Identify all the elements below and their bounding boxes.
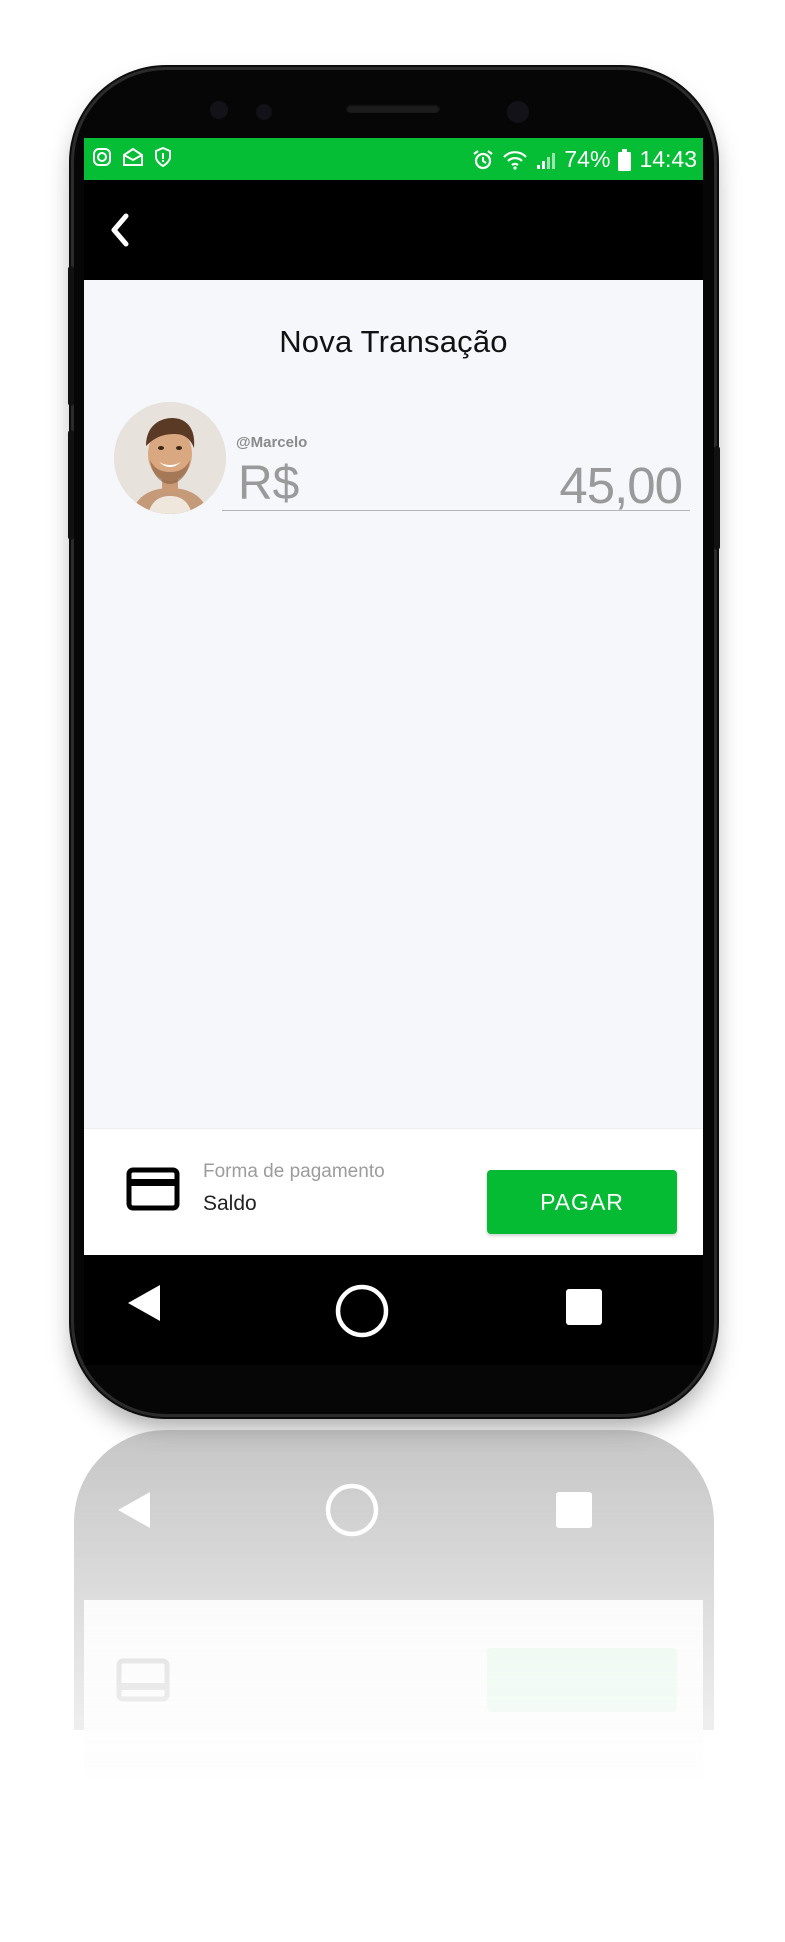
- payment-method-label: Forma de pagamento: [203, 1161, 385, 1182]
- bixby-button: [68, 430, 74, 540]
- signal-icon: [536, 150, 556, 170]
- reflection-card-icon: [116, 1658, 170, 1707]
- iris-sensor: [256, 104, 272, 120]
- instagram-icon: [92, 147, 112, 167]
- currency-symbol: R$: [238, 457, 300, 510]
- status-right-icons: 74% 14:43: [472, 146, 697, 173]
- credit-card-icon: [126, 1167, 180, 1216]
- amount-input[interactable]: [422, 456, 682, 515]
- battery-icon: [618, 148, 632, 171]
- nav-home-icon[interactable]: [334, 1283, 390, 1344]
- status-left-icons: [92, 147, 172, 167]
- back-button[interactable]: [104, 210, 140, 250]
- reflection-home-icon: [324, 1482, 380, 1543]
- power-button: [714, 446, 720, 550]
- page-title: Nova Transação: [279, 324, 508, 359]
- phone-reflection: [74, 1430, 714, 1850]
- front-camera: [507, 101, 529, 123]
- reflection-pay-button: [487, 1648, 677, 1712]
- battery-percentage: 74%: [564, 146, 611, 172]
- screen: 74% 14:43 Nova Transação @Marcelo R$ 45,…: [84, 138, 703, 1255]
- stage: 74% 14:43 Nova Transação @Marcelo R$ 45,…: [0, 0, 785, 1942]
- pay-button[interactable]: PAGAR: [487, 1170, 677, 1234]
- title-section: Nova Transação: [84, 280, 703, 386]
- mail-icon: [122, 147, 144, 167]
- recipient-avatar: [114, 402, 226, 514]
- nav-recent-icon[interactable]: [566, 1289, 602, 1325]
- shield-icon: [154, 147, 172, 167]
- payment-method-value[interactable]: Saldo: [203, 1192, 257, 1216]
- chevron-left-icon: [111, 213, 129, 247]
- proximity-sensor: [210, 101, 228, 119]
- status-bar: 74% 14:43: [84, 138, 703, 180]
- amount-field[interactable]: R$: [222, 450, 690, 515]
- reflection-back-icon: [114, 1486, 154, 1539]
- volume-button: [68, 266, 74, 406]
- reflection-recent-icon: [556, 1492, 592, 1528]
- alarm-icon: [472, 149, 494, 171]
- payment-panel: Forma de pagamento Saldo PAGAR: [84, 1128, 703, 1255]
- navigation-bar: [84, 1255, 703, 1365]
- wifi-icon: [502, 150, 528, 170]
- earpiece-speaker: [346, 104, 440, 113]
- status-time: 14:43: [639, 146, 697, 172]
- nav-back-icon[interactable]: [124, 1279, 164, 1332]
- recipient-username: @Marcelo: [236, 434, 308, 451]
- app-bar: [84, 180, 703, 280]
